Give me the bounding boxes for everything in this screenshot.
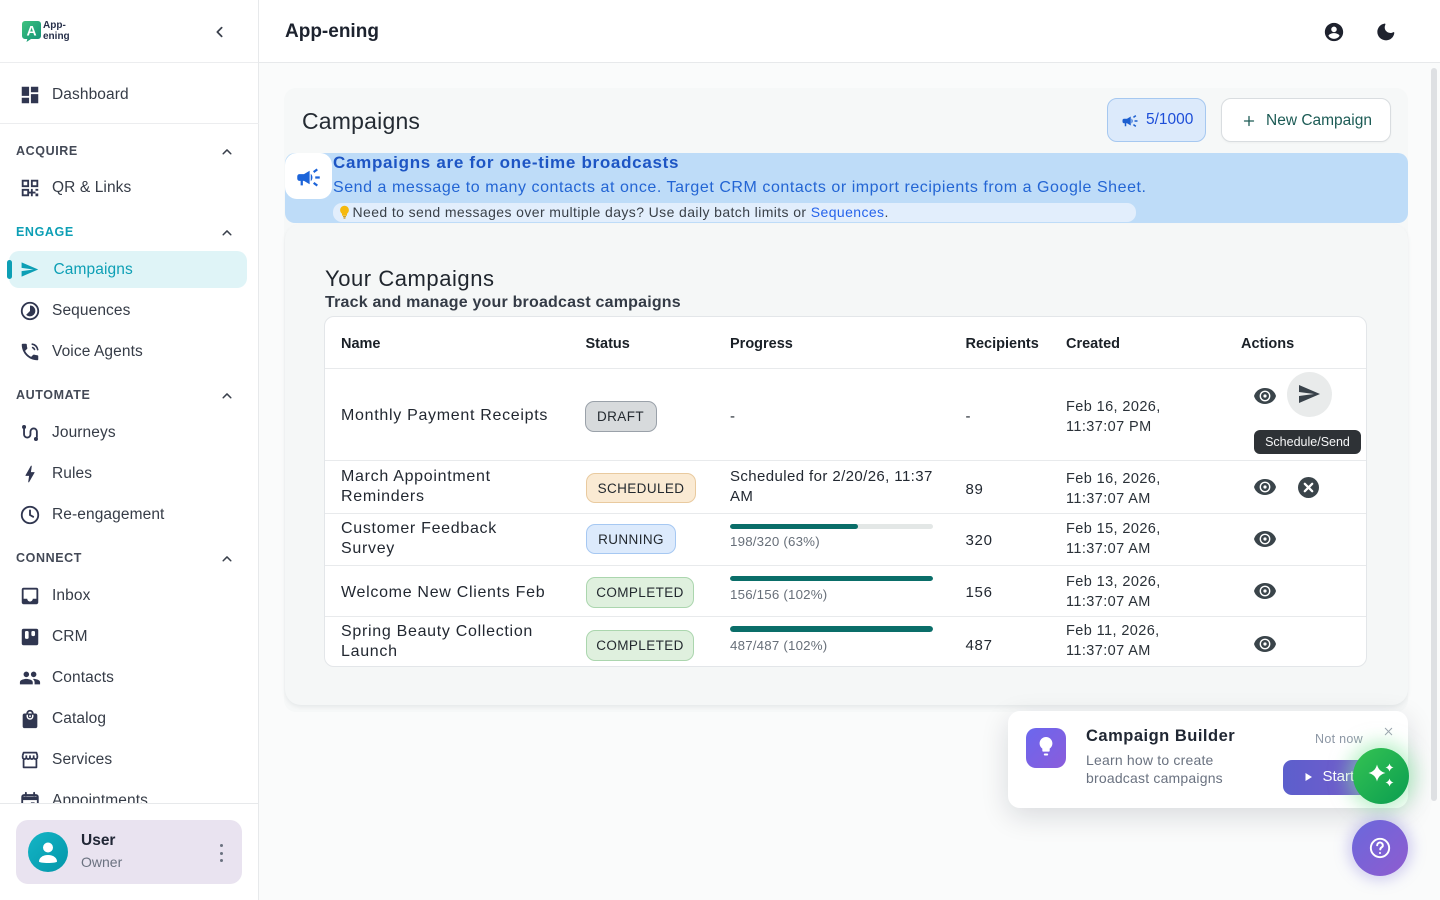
svg-text:A: A bbox=[26, 23, 36, 39]
